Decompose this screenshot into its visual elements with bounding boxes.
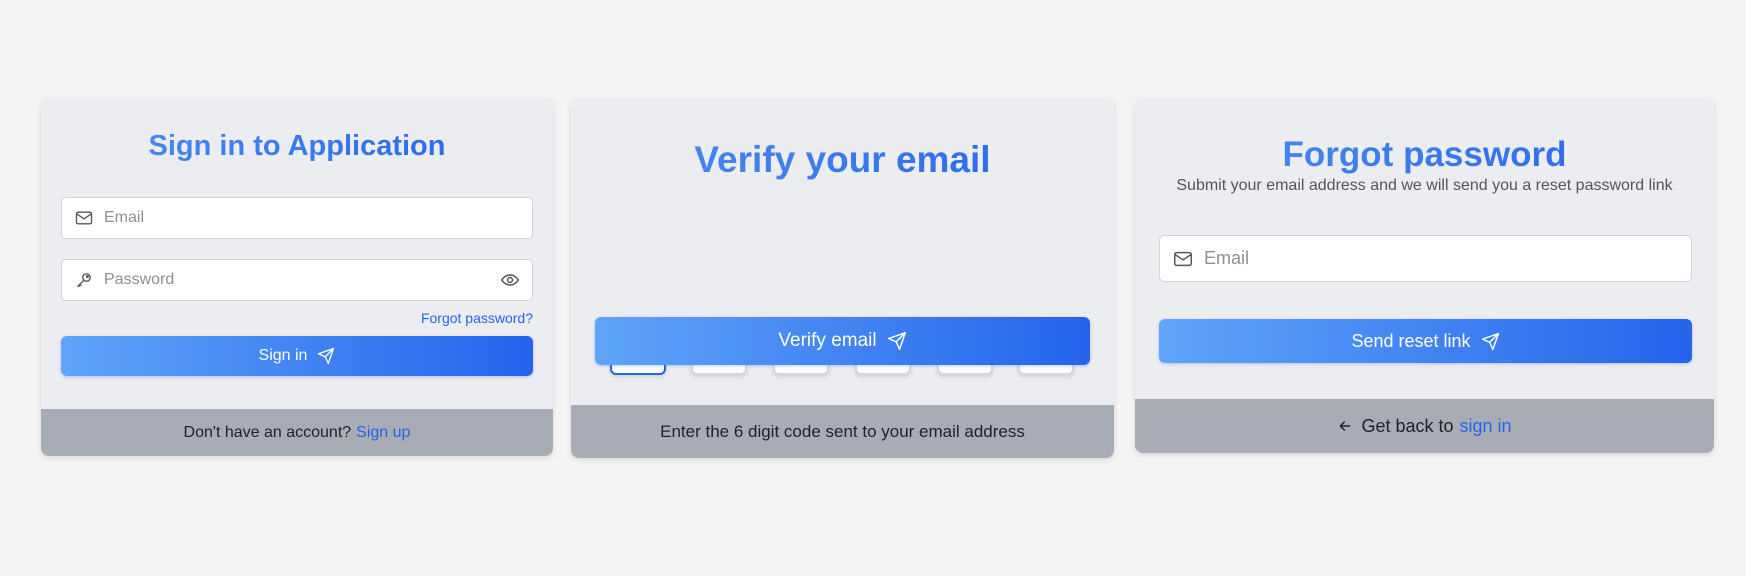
forgot-subtitle: Submit your email address and we will se…	[1176, 177, 1673, 194]
signin-card: Sign in to Application Forgot password? …	[41, 98, 553, 456]
forgot-title: Forgot password	[1135, 135, 1714, 175]
forgot-email-field[interactable]	[1159, 235, 1692, 282]
eye-icon[interactable]	[500, 270, 520, 290]
back-to-signin-link[interactable]: sign in	[1460, 416, 1512, 437]
forgot-password-link[interactable]: Forgot password?	[421, 310, 533, 326]
verify-footer-text: Enter the 6 digit code sent to your emai…	[660, 421, 1025, 441]
send-reset-link-button[interactable]: Send reset link	[1159, 319, 1692, 363]
signin-password-field[interactable]	[61, 259, 533, 301]
mail-icon	[1172, 248, 1194, 270]
verify-footer: Enter the 6 digit code sent to your emai…	[571, 405, 1114, 458]
verify-button-label: Verify email	[778, 330, 877, 351]
key-icon	[74, 270, 94, 290]
signin-button-label: Sign in	[258, 347, 308, 364]
signin-footer: Don't have an account? Sign up	[41, 409, 553, 456]
forgot-email-input[interactable]	[1204, 236, 1691, 281]
signin-button[interactable]: Sign in	[61, 336, 533, 376]
signin-email-field[interactable]	[61, 197, 533, 239]
forgot-footer: Get back to sign in	[1135, 399, 1714, 453]
signin-footer-text: Don't have an account?	[183, 423, 352, 441]
send-icon	[1481, 332, 1500, 351]
verify-email-button[interactable]: Verify email	[595, 317, 1090, 365]
signup-link[interactable]: Sign up	[356, 424, 410, 442]
arrow-left-icon[interactable]	[1337, 418, 1353, 434]
send-reset-button-label: Send reset link	[1351, 330, 1471, 351]
signin-title: Sign in to Application	[41, 130, 553, 163]
forgot-card: Forgot password Submit your email addres…	[1135, 99, 1714, 453]
send-icon	[317, 347, 335, 365]
mail-icon	[74, 208, 94, 228]
send-icon	[887, 331, 907, 351]
verify-title: Verify your email	[571, 139, 1114, 181]
signin-password-input[interactable]	[104, 260, 500, 300]
forgot-footer-text: Get back to	[1361, 415, 1454, 436]
signin-email-input[interactable]	[104, 198, 532, 238]
verify-card: Verify your email Verify email Enter the…	[571, 99, 1114, 458]
